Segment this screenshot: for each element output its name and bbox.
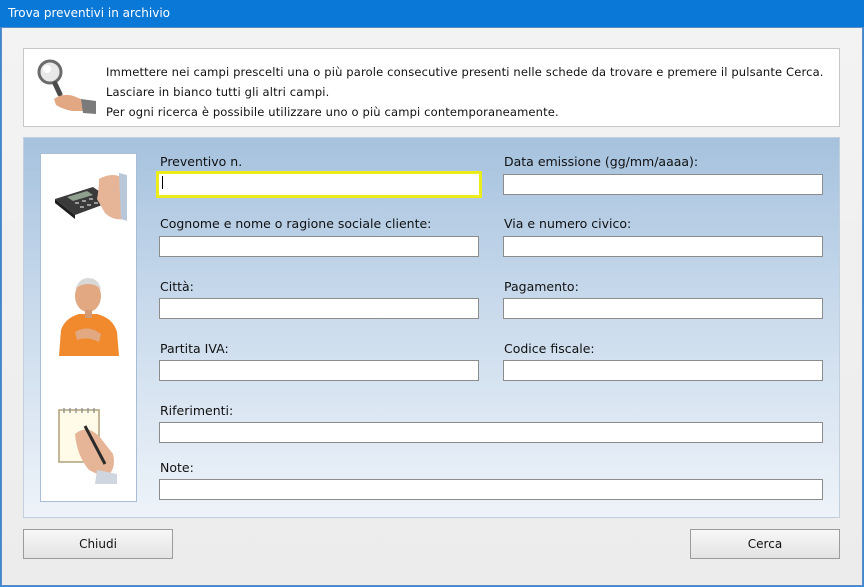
riferimenti-input[interactable] bbox=[159, 422, 823, 443]
codice-fiscale-label: Codice fiscale: bbox=[504, 341, 595, 356]
pagamento-label: Pagamento: bbox=[504, 279, 579, 294]
instruction-line: Immettere nei campi prescelti una o più … bbox=[106, 65, 824, 79]
note-input[interactable] bbox=[159, 479, 823, 500]
via-input[interactable] bbox=[503, 236, 823, 257]
preventivo-label: Preventivo n. bbox=[160, 154, 243, 169]
pagamento-input[interactable] bbox=[503, 298, 823, 319]
window-title: Trova preventivi in archivio bbox=[0, 0, 864, 27]
codice-fiscale-input[interactable] bbox=[503, 360, 823, 381]
via-label: Via e numero civico: bbox=[504, 216, 632, 231]
citta-input[interactable] bbox=[159, 298, 479, 319]
instructions-box: Immettere nei campi prescelti una o più … bbox=[23, 48, 840, 127]
data-emissione-label: Data emissione (gg/mm/aaaa): bbox=[504, 154, 699, 169]
partita-iva-label: Partita IVA: bbox=[160, 341, 229, 356]
partita-iva-input[interactable] bbox=[159, 360, 479, 381]
illustration-column bbox=[40, 153, 137, 502]
note-label: Note: bbox=[160, 460, 194, 475]
search-button[interactable]: Cerca bbox=[690, 529, 840, 559]
citta-label: Città: bbox=[160, 279, 194, 294]
riferimenti-label: Riferimenti: bbox=[160, 403, 234, 418]
notepad-writing-icon bbox=[58, 408, 117, 484]
instruction-line: Per ogni ricerca è possibile utilizzare … bbox=[106, 105, 559, 119]
cliente-input[interactable] bbox=[159, 236, 479, 257]
preventivo-input[interactable] bbox=[156, 171, 482, 198]
instruction-line: Lasciare in bianco tutti gli altri campi… bbox=[106, 85, 330, 99]
instructions-text: Immettere nei campi prescelti una o più … bbox=[106, 62, 824, 122]
calculator-icon bbox=[55, 173, 127, 221]
cliente-label: Cognome e nome o ragione sociale cliente… bbox=[160, 216, 432, 231]
magnifier-hand-icon bbox=[37, 59, 96, 114]
close-button[interactable]: Chiudi bbox=[23, 529, 173, 559]
data-emissione-input[interactable] bbox=[503, 174, 823, 195]
person-icon bbox=[59, 278, 119, 356]
